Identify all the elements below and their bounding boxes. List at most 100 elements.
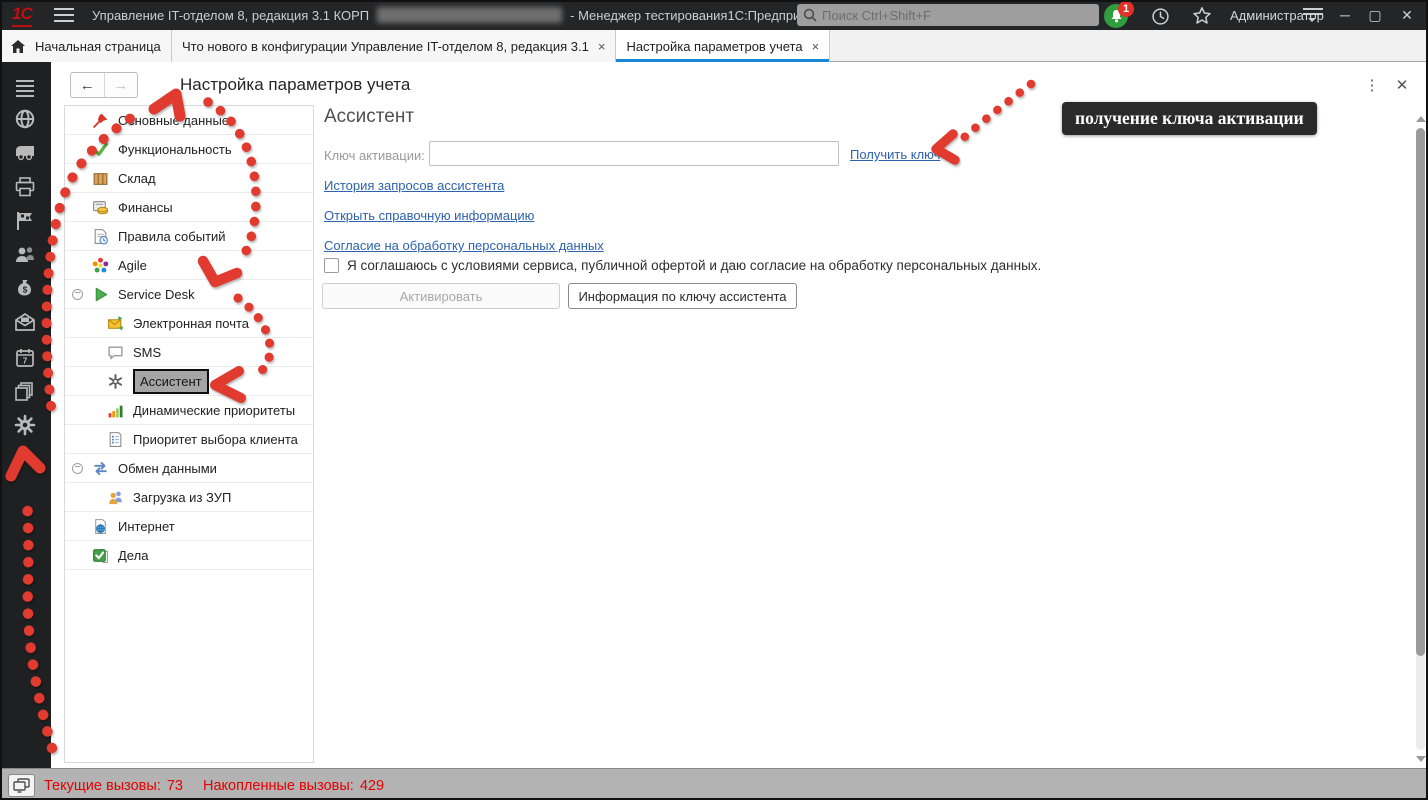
notifications-bell-icon[interactable]: 1 <box>1104 2 1134 29</box>
tree-item-finance[interactable]: Финансы <box>65 193 313 222</box>
tab-label: Настройка параметров учета <box>626 39 802 54</box>
tree-item-client-priority[interactable]: Приоритет выбора клиента <box>65 425 313 454</box>
play-icon <box>92 286 109 303</box>
vertical-scrollbar <box>1414 110 1427 766</box>
users-icon[interactable] <box>14 245 36 267</box>
assistant-history-link[interactable]: История запросов ассистента <box>324 178 504 193</box>
deals-icon <box>92 547 109 564</box>
tree-item-label: Правила событий <box>118 229 226 244</box>
pin-icon <box>92 112 109 129</box>
performance-monitor-icon[interactable] <box>8 774 35 797</box>
more-menu-icon[interactable]: ⋮ <box>1362 76 1382 94</box>
form-title: Настройка параметров учета <box>180 75 410 95</box>
globe-icon[interactable] <box>14 108 36 130</box>
tree-item-label: Service Desk <box>118 287 195 302</box>
activation-key-input[interactable] <box>429 141 839 166</box>
tree-item-deals[interactable]: Дела <box>65 541 313 570</box>
window-title-suffix: - Менеджер тестирования1С:Предприятие <box>570 8 828 23</box>
copies-icon[interactable] <box>14 380 36 402</box>
tree-item-dynamic-priorities[interactable]: Динамические приоритеты <box>65 396 313 425</box>
notification-badge: 1 <box>1118 1 1134 17</box>
forward-button[interactable]: → <box>105 73 138 97</box>
tree-item-zup-load[interactable]: Загрузка из ЗУП <box>65 483 313 512</box>
minimize-button[interactable]: ─ <box>1334 6 1356 24</box>
scrollbar-thumb[interactable] <box>1416 128 1425 656</box>
agile-icon <box>92 257 109 274</box>
tree-item-internet[interactable]: Интернет <box>65 512 313 541</box>
current-calls-value: 73 <box>167 778 183 794</box>
tab-home[interactable]: Начальная страница <box>0 30 172 62</box>
tree-item-warehouse[interactable]: Склад <box>65 164 313 193</box>
checklist-icon <box>107 431 124 448</box>
personal-data-consent-link[interactable]: Согласие на обработку персональных данны… <box>324 238 604 253</box>
tab-settings[interactable]: Настройка параметров учета × <box>616 30 830 62</box>
get-key-link[interactable]: Получить ключ <box>850 147 940 162</box>
sections-sidebar: $ 7 <box>0 62 51 770</box>
close-form-icon[interactable]: ✕ <box>1392 76 1412 94</box>
money-bag-icon[interactable]: $ <box>14 278 36 300</box>
current-calls-label: Текущие вызовы: <box>44 778 161 794</box>
app-window: 1С Управление IT-отделом 8, редакция 3.1… <box>0 0 1428 800</box>
tab-whats-new[interactable]: Что нового в конфигурации Управление IT-… <box>172 30 616 62</box>
back-button[interactable]: ← <box>71 73 105 97</box>
key-info-button[interactable]: Информация по ключу ассистента <box>568 283 797 309</box>
tree-item-sms[interactable]: SMS <box>65 338 313 367</box>
tree-item-agile[interactable]: Agile <box>65 251 313 280</box>
checkmark-icon <box>92 141 109 158</box>
favorites-star-icon[interactable] <box>1190 4 1214 28</box>
printer-icon[interactable] <box>14 176 36 198</box>
internet-doc-icon <box>92 518 109 535</box>
svg-text:$: $ <box>23 286 28 295</box>
call-counters: Текущие вызовы: 73 Накопленные вызовы: 4… <box>44 778 398 794</box>
calendar-icon[interactable]: 7 <box>14 347 36 369</box>
home-icon <box>10 39 26 54</box>
activate-button[interactable]: Активировать <box>322 283 560 309</box>
menu-icon[interactable] <box>14 78 36 100</box>
activation-key-label: Ключ активации: <box>324 148 425 163</box>
tree-item-label-selected: Ассистент <box>133 369 209 394</box>
help-info-link[interactable]: Открыть справочную информацию <box>324 208 534 223</box>
scroll-up-icon[interactable] <box>1416 116 1426 122</box>
title-bar: 1С Управление IT-отделом 8, редакция 3.1… <box>0 0 1428 30</box>
tree-item-label: Загрузка из ЗУП <box>133 490 231 505</box>
gear-icon[interactable] <box>14 414 36 436</box>
search-input[interactable] <box>822 8 1093 23</box>
maximize-button[interactable]: ▢ <box>1364 6 1386 24</box>
email-icon <box>107 315 124 332</box>
bar-chart-icon <box>107 402 124 419</box>
tree-item-label: Функциональность <box>118 142 232 157</box>
window-title: Управление IT-отделом 8, редакция 3.1 КО… <box>92 7 828 23</box>
consent-checkbox-label: Я соглашаюсь с условиями сервиса, публич… <box>347 258 1041 273</box>
tree-item-data-exchange[interactable]: − Обмен данными <box>65 454 313 483</box>
mail-icon[interactable] <box>14 312 36 334</box>
tree-item-main-data[interactable]: Основные данные <box>65 106 313 135</box>
tree-item-functionality[interactable]: Функциональность <box>65 135 313 164</box>
close-window-button[interactable]: ✕ <box>1396 6 1418 24</box>
truck-icon[interactable] <box>14 142 36 164</box>
tab-close-icon[interactable]: × <box>598 39 606 54</box>
tree-item-label: Финансы <box>118 200 173 215</box>
tree-item-event-rules[interactable]: Правила событий <box>65 222 313 251</box>
service-menu-icon[interactable] <box>1303 8 1323 23</box>
tab-bar: Начальная страница Что нового в конфигур… <box>0 30 1428 62</box>
scroll-down-icon[interactable] <box>1416 756 1426 762</box>
collapse-icon[interactable]: − <box>72 463 83 474</box>
sms-bubble-icon <box>107 344 124 361</box>
finance-icon <box>92 199 109 216</box>
tree-item-label: Склад <box>118 171 156 186</box>
tree-item-assistant[interactable]: Ассистент <box>65 367 313 396</box>
tree-item-email[interactable]: Электронная почта <box>65 309 313 338</box>
global-search[interactable] <box>797 4 1099 26</box>
flag-icon[interactable] <box>14 210 36 232</box>
tree-item-label: SMS <box>133 345 161 360</box>
svg-text:7: 7 <box>23 356 28 366</box>
main-menu-icon[interactable] <box>54 8 74 22</box>
crate-icon <box>92 170 109 187</box>
collapse-icon[interactable]: − <box>72 289 83 300</box>
tab-close-icon[interactable]: × <box>812 39 820 54</box>
tab-home-label: Начальная страница <box>35 39 161 54</box>
consent-checkbox[interactable] <box>324 258 339 273</box>
assistant-icon <box>107 373 124 390</box>
tree-item-service-desk[interactable]: − Service Desk <box>65 280 313 309</box>
history-icon[interactable] <box>1148 4 1172 28</box>
